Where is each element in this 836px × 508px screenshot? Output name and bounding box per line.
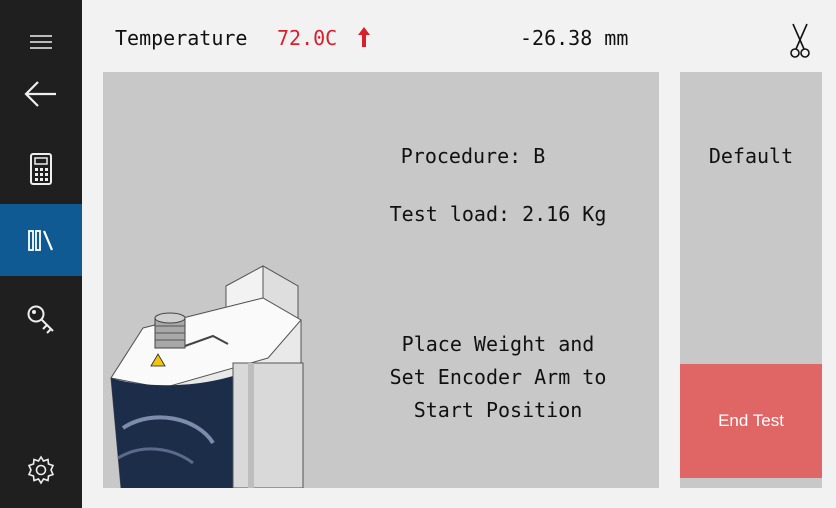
calculator-icon: [30, 153, 52, 185]
library-icon: [28, 230, 54, 251]
hamburger-menu-icon: [30, 35, 52, 49]
sidebar: [0, 0, 82, 508]
sidebar-item-menu[interactable]: [0, 24, 82, 58]
instruction-line: Place Weight and: [401, 332, 595, 356]
instruction-line: Start Position: [413, 398, 583, 422]
test-instruction-panel: Procedure: B Test load: 2.16 Kg Place We…: [103, 72, 659, 488]
temperature-value: 72.0C: [277, 26, 338, 50]
sidebar-item-library[interactable]: [0, 204, 82, 276]
sidebar-item-back[interactable]: [0, 72, 82, 116]
side-panel: Default End Test: [680, 72, 822, 488]
temperature-label: Temperature: [115, 26, 248, 50]
end-test-button[interactable]: End Test: [680, 364, 822, 478]
sidebar-item-calculator[interactable]: [0, 146, 82, 192]
procedure-text: Procedure: B: [400, 144, 546, 168]
key-icon: [27, 305, 54, 334]
instruction-text: Place Weight and Set Encoder Arm to Star…: [348, 328, 648, 427]
instrument-illustration: [110, 265, 304, 488]
settings-gear-icon: [27, 455, 55, 485]
arrow-up-icon: [358, 27, 370, 47]
position-readout: -26.38 mm: [520, 26, 629, 50]
back-arrow-icon: [24, 81, 56, 107]
instruction-line: Set Encoder Arm to: [389, 365, 607, 389]
test-load-text: Test load: 2.16 Kg: [389, 202, 607, 226]
sidebar-item-key[interactable]: [0, 300, 82, 340]
scissors-icon[interactable]: [790, 22, 810, 60]
sidebar-item-settings[interactable]: [0, 450, 82, 490]
default-label: Default: [708, 144, 794, 168]
status-bar: Temperature 72.0C -26.38 mm: [82, 0, 836, 72]
